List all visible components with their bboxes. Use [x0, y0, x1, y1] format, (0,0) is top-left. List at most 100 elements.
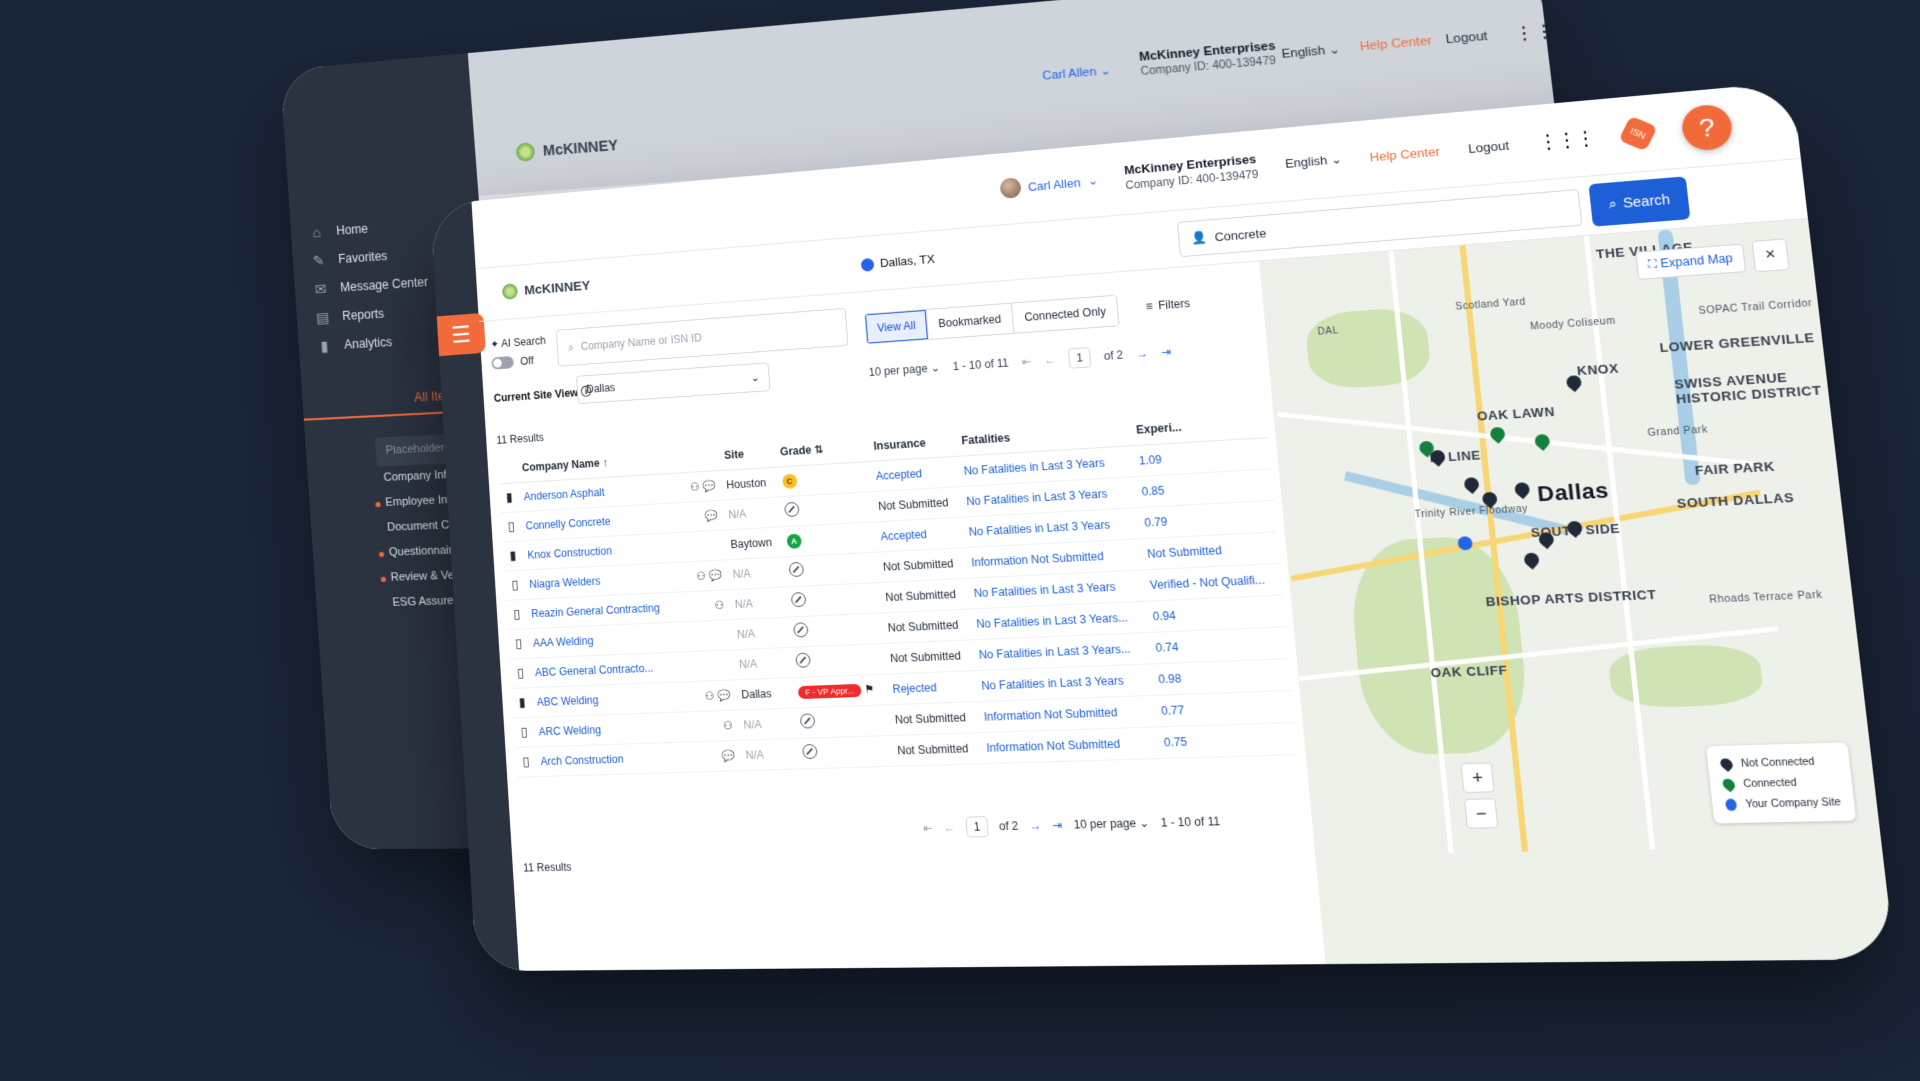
per-page-select[interactable]: 10 per page ⌄	[1073, 816, 1149, 831]
grade-cell	[784, 582, 882, 617]
next-page-icon[interactable]: →	[1029, 819, 1042, 833]
grade-badge[interactable]: F - VP Appr...	[797, 683, 862, 700]
bookmark-icon[interactable]: ▯	[510, 657, 531, 688]
bookmark-icon[interactable]: ▯	[506, 598, 528, 630]
bookmark-icon[interactable]: ▯	[504, 569, 526, 600]
grade-chip[interactable]: A	[786, 533, 802, 549]
back-user-menu[interactable]: Carl Allen ⌄	[1042, 63, 1111, 83]
prev-page-icon[interactable]: ←	[1044, 353, 1056, 367]
map-marker-not-connected[interactable]	[1521, 550, 1542, 572]
insurance-cell[interactable]: Accepted	[869, 455, 960, 492]
map-marker-connected[interactable]	[1416, 438, 1437, 461]
results-count: 11 Results	[496, 431, 545, 447]
row-action-icons[interactable]: 💬	[669, 499, 725, 533]
fatalities-link[interactable]: Information Not Submitted	[979, 726, 1160, 764]
no-grade-icon	[795, 652, 811, 668]
map-marker-not-connected[interactable]	[1564, 518, 1586, 542]
company-name-link[interactable]: Arch Construction	[534, 741, 688, 777]
experience-link[interactable]: 0.74	[1148, 626, 1289, 664]
map-marker-not-connected[interactable]	[1535, 529, 1557, 552]
map-marker-company-site[interactable]	[1456, 536, 1475, 556]
map-marker-connected[interactable]	[1487, 424, 1508, 447]
tab-view-all[interactable]: View All	[865, 309, 929, 344]
map-marker-connected[interactable]	[1531, 431, 1553, 454]
isn-icon[interactable]: ISN	[1618, 115, 1658, 152]
row-action-icons[interactable]	[677, 619, 733, 652]
site-cell: N/A	[737, 707, 796, 740]
ai-search-toggle[interactable]: Off	[491, 354, 534, 370]
back-language-select[interactable]: English ⌄	[1281, 42, 1341, 61]
apps-grid-icon[interactable]: ⋮⋮⋮	[1513, 18, 1576, 46]
page-input[interactable]: 1	[965, 816, 989, 838]
zoom-in-button[interactable]: +	[1460, 762, 1495, 794]
map-marker-not-connected[interactable]	[1511, 479, 1533, 502]
bookmark-icon[interactable]: ▯	[513, 716, 535, 748]
company-search-input[interactable]: ⌕ Company Name or ISN ID	[555, 307, 849, 367]
sort-arrow-icon[interactable]: ↑	[599, 456, 608, 469]
column-header-1[interactable]: Site	[717, 437, 776, 471]
language-select[interactable]: English ⌄	[1284, 152, 1342, 172]
insurance-cell[interactable]: Accepted	[873, 516, 965, 552]
apps-grid-icon[interactable]: ⋮⋮⋮	[1537, 125, 1596, 154]
help-button[interactable]: ?	[1679, 103, 1735, 152]
location-input[interactable]: ⬤ Dallas, TX	[860, 251, 936, 272]
page-input[interactable]: 1	[1068, 346, 1092, 369]
site-view-select[interactable]: Dallas ⌄	[576, 362, 771, 405]
map-marker-not-connected[interactable]	[1479, 489, 1500, 512]
tab-connected-only[interactable]: Connected Only	[1011, 295, 1119, 333]
bookmark-icon[interactable]: ▯	[508, 628, 529, 659]
row-action-icons[interactable]: ⚇ 💬	[667, 470, 723, 503]
company-search-placeholder: Company Name or ISN ID	[580, 331, 703, 353]
row-action-icons[interactable]: ⚇	[683, 709, 740, 742]
row-action-icons[interactable]	[671, 529, 727, 563]
site-cell: N/A	[726, 556, 785, 590]
row-action-icons[interactable]: ⚇	[675, 589, 731, 622]
next-page-icon[interactable]: →	[1136, 347, 1149, 361]
bookmark-icon[interactable]: ▯	[515, 746, 537, 777]
row-action-icons[interactable]: 💬	[685, 739, 742, 772]
filters-button[interactable]: ≡ Filters	[1145, 297, 1190, 313]
user-menu[interactable]: Carl Allen ⌄	[999, 170, 1099, 199]
prev-page-icon[interactable]: ←	[943, 821, 955, 834]
row-action-icons[interactable]: ⚇ 💬	[681, 679, 738, 712]
experience-link[interactable]: 0.75	[1156, 722, 1298, 759]
first-page-icon[interactable]: ⇤	[923, 821, 933, 834]
tab-bookmarked[interactable]: Bookmarked	[926, 303, 1015, 340]
help-center-link[interactable]: Help Center	[1369, 144, 1440, 164]
row-action-icons[interactable]	[679, 649, 735, 682]
insurance-cell[interactable]: Rejected	[885, 670, 977, 705]
bookmark-filled-icon[interactable]: ▮	[511, 687, 533, 718]
experience-link[interactable]: 0.98	[1151, 658, 1292, 695]
bookmark-filled-icon[interactable]: ▮	[502, 540, 524, 571]
search-button[interactable]: ⌕ Search	[1588, 176, 1691, 227]
back-help-center-link[interactable]: Help Center	[1359, 34, 1432, 53]
row-action-icons[interactable]: ⚇ 💬	[673, 559, 729, 592]
bookmark-icon[interactable]: ▯	[500, 511, 522, 542]
per-page-select[interactable]: 10 per page ⌄	[868, 361, 940, 379]
last-page-icon[interactable]: ⇥	[1161, 345, 1172, 359]
sort-icon[interactable]: ⇅	[811, 443, 824, 456]
grade-chip[interactable]: C	[781, 473, 798, 489]
map-panel[interactable]: THE VILLAGEScotland YardMoody ColiseumSO…	[1259, 218, 1896, 965]
last-page-icon[interactable]: ⇥	[1052, 818, 1063, 832]
back-logout-link[interactable]: Logout	[1445, 30, 1488, 47]
logout-link[interactable]: Logout	[1467, 138, 1509, 156]
bookmark-filled-icon[interactable]: ▮	[499, 482, 520, 513]
map-marker-not-connected[interactable]	[1563, 372, 1585, 396]
per-page-label: 10 per page	[868, 362, 929, 379]
legend-item: Your Company Site	[1725, 792, 1842, 815]
first-page-icon[interactable]: ⇤	[1021, 355, 1032, 369]
close-map-button[interactable]: ×	[1751, 238, 1790, 273]
back-language-label: English	[1281, 44, 1326, 62]
map-label: DAL	[1317, 325, 1340, 338]
company-name-link[interactable]: ARC Welding	[532, 711, 686, 747]
flag-icon[interactable]: ⚑	[861, 682, 875, 695]
isn-icon[interactable]: ISN	[1552, 8, 1597, 48]
site-cell: Houston	[719, 466, 779, 500]
zoom-out-button[interactable]: −	[1464, 798, 1499, 829]
help-button[interactable]: ?	[1605, 0, 1643, 45]
toggle-switch[interactable]	[491, 355, 514, 370]
experience-link[interactable]: 0.77	[1153, 690, 1295, 727]
map-marker-not-connected[interactable]	[1461, 474, 1482, 497]
search-icon: ⌕	[1607, 195, 1618, 212]
